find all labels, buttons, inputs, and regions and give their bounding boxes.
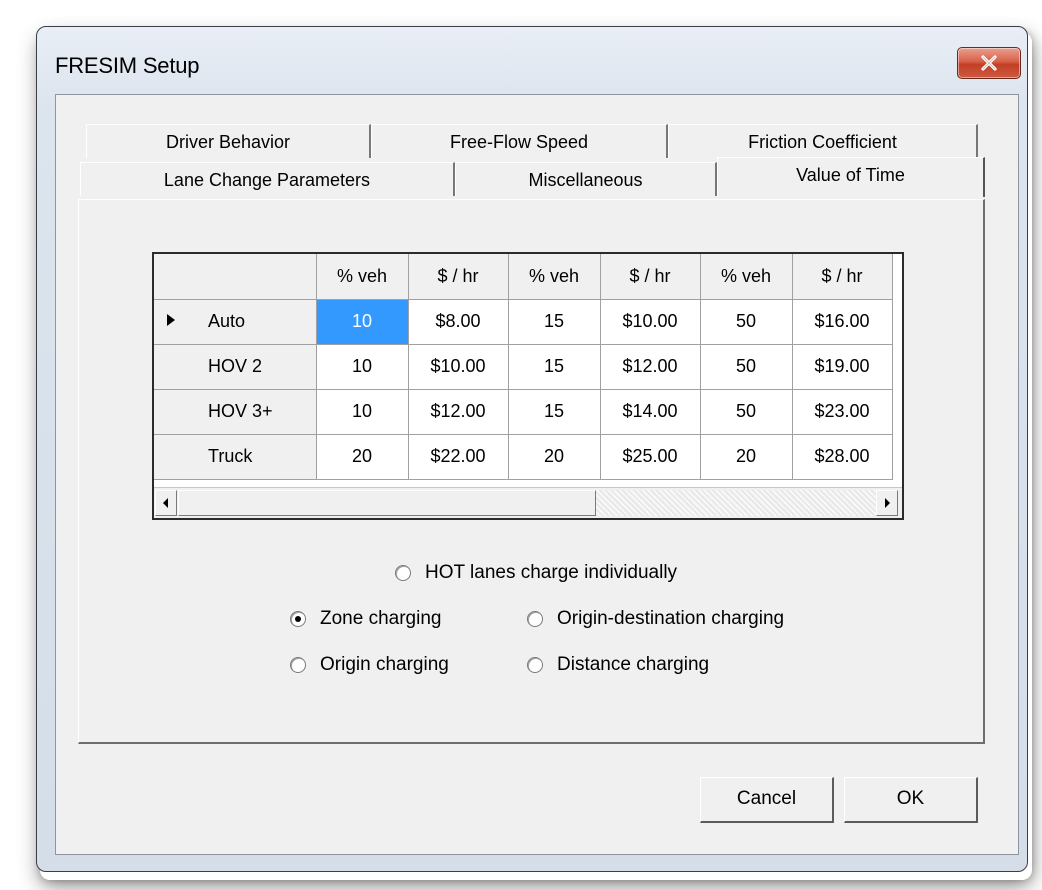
column-header[interactable]: % veh xyxy=(316,254,409,300)
grid-cell[interactable]: $16.00 xyxy=(792,299,893,345)
row-selector[interactable] xyxy=(154,344,194,390)
grid-cell[interactable]: 50 xyxy=(700,299,793,345)
radio-circle xyxy=(527,611,543,627)
row-selector[interactable] xyxy=(154,434,194,480)
row-selector[interactable] xyxy=(154,389,194,435)
grid-cell[interactable]: $10.00 xyxy=(408,344,509,390)
grid-row-hov2: HOV 2 10 $10.00 15 $12.00 50 $19.00 xyxy=(154,344,893,390)
grid-cell[interactable]: $12.00 xyxy=(600,344,701,390)
scroll-right-button[interactable] xyxy=(876,490,898,516)
od-charging-radio[interactable]: Origin-destination charging xyxy=(527,608,784,630)
grid-cell[interactable]: 50 xyxy=(700,344,793,390)
tab-lane-change-parameters[interactable]: Lane Change Parameters xyxy=(80,162,455,196)
grid-row-hov3: HOV 3+ 10 $12.00 15 $14.00 50 $23.00 xyxy=(154,389,893,435)
tab-driver-behavior[interactable]: Driver Behavior xyxy=(86,124,371,158)
zone-charging-label: Zone charging xyxy=(320,608,442,629)
ok-button[interactable]: OK xyxy=(844,777,978,823)
grid-cell[interactable]: 15 xyxy=(508,344,601,390)
row-label: HOV 2 xyxy=(194,344,317,390)
arrow-right-icon xyxy=(885,498,890,508)
close-icon xyxy=(981,55,997,71)
grid-cell[interactable]: 10 xyxy=(316,344,409,390)
grid-cell[interactable]: $28.00 xyxy=(792,434,893,480)
row-label: Truck xyxy=(194,434,317,480)
grid-cell[interactable]: 15 xyxy=(508,389,601,435)
grid-cell[interactable]: 20 xyxy=(700,434,793,480)
distance-charging-label: Distance charging xyxy=(557,654,710,675)
grid-cell[interactable]: 20 xyxy=(316,434,409,480)
hot-lanes-radio[interactable]: HOT lanes charge individually xyxy=(395,562,677,584)
grid-cell[interactable]: $22.00 xyxy=(408,434,509,480)
arrow-left-icon xyxy=(163,498,168,508)
grid-cell[interactable]: 50 xyxy=(700,389,793,435)
scroll-left-button[interactable] xyxy=(155,490,177,516)
row-label: HOV 3+ xyxy=(194,389,317,435)
grid-cell[interactable]: $25.00 xyxy=(600,434,701,480)
tab-free-flow-speed[interactable]: Free-Flow Speed xyxy=(371,124,668,158)
column-header[interactable]: % veh xyxy=(700,254,793,300)
scroll-thumb[interactable] xyxy=(178,490,596,516)
window-title: FRESIM Setup xyxy=(55,53,200,78)
grid-header-row: % veh $ / hr % veh $ / hr % veh $ / hr xyxy=(154,254,893,300)
tab-friction-coefficient[interactable]: Friction Coefficient xyxy=(668,124,978,158)
radio-circle xyxy=(395,565,411,581)
grid-cell[interactable]: $12.00 xyxy=(408,389,509,435)
radio-circle-selected xyxy=(290,611,306,627)
value-of-time-grid[interactable]: % veh $ / hr % veh $ / hr % veh $ / hr A… xyxy=(152,252,904,520)
grid-corner-label xyxy=(194,254,317,300)
tab-value-of-time[interactable]: Value of Time xyxy=(717,157,985,197)
grid-corner xyxy=(154,254,194,300)
distance-charging-radio[interactable]: Distance charging xyxy=(527,654,709,676)
grid-cell[interactable]: 10 xyxy=(316,389,409,435)
grid-cell[interactable]: $8.00 xyxy=(408,299,509,345)
row-label: Auto xyxy=(194,299,317,345)
grid-cell[interactable]: $23.00 xyxy=(792,389,893,435)
column-header[interactable]: % veh xyxy=(508,254,601,300)
grid-cell[interactable]: 15 xyxy=(508,299,601,345)
grid-row-truck: Truck 20 $22.00 20 $25.00 20 $28.00 xyxy=(154,434,893,480)
cancel-button[interactable]: Cancel xyxy=(700,777,834,823)
column-header[interactable]: $ / hr xyxy=(408,254,509,300)
hot-lanes-label: HOT lanes charge individually xyxy=(425,562,678,583)
column-header[interactable]: $ / hr xyxy=(600,254,701,300)
close-button[interactable] xyxy=(957,47,1021,79)
grid-cell[interactable]: $19.00 xyxy=(792,344,893,390)
horizontal-scrollbar[interactable] xyxy=(154,487,902,518)
scroll-track[interactable] xyxy=(596,490,876,516)
row-pointer-icon xyxy=(167,314,175,326)
origin-charging-label: Origin charging xyxy=(320,654,449,675)
column-header[interactable]: $ / hr xyxy=(792,254,893,300)
grid-cell[interactable]: $10.00 xyxy=(600,299,701,345)
origin-charging-radio[interactable]: Origin charging xyxy=(290,654,449,676)
od-charging-label: Origin-destination charging xyxy=(557,608,785,629)
current-row-indicator[interactable] xyxy=(154,299,194,345)
grid-cell[interactable]: 10 xyxy=(316,299,409,345)
zone-charging-radio[interactable]: Zone charging xyxy=(290,608,441,630)
grid-cell[interactable]: 20 xyxy=(508,434,601,480)
tab-miscellaneous[interactable]: Miscellaneous xyxy=(455,162,717,196)
radio-circle xyxy=(290,657,306,673)
radio-circle xyxy=(527,657,543,673)
grid-cell[interactable]: $14.00 xyxy=(600,389,701,435)
grid-row-auto: Auto 10 $8.00 15 $10.00 50 $16.00 xyxy=(154,299,893,345)
